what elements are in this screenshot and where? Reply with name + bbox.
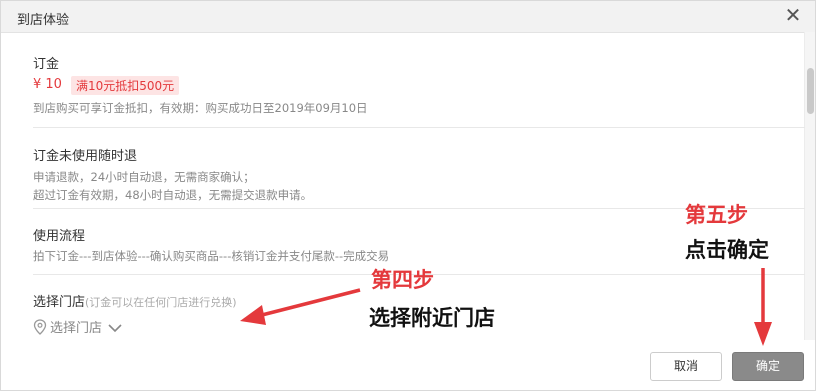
refund-section: 订金未使用随时退 申请退款，24小时自动退，无需商家确认； 超过订金有效期，48… <box>33 145 805 205</box>
store-experience-dialog: 到店体验 ✕ 订金 ¥ 10 满10元抵扣500元 到店购买可享订金抵扣，有效期… <box>0 0 816 391</box>
dialog-title: 到店体验 <box>17 13 70 28</box>
dialog-titlebar: 到店体验 ✕ <box>1 1 815 33</box>
deposit-heading: 订金 <box>33 57 60 72</box>
deposit-note: 到店购买可享订金抵扣，有效期：购买成功日至2019年09月10日 <box>33 101 368 115</box>
close-icon[interactable]: ✕ <box>783 4 803 26</box>
annotation-step5-title: 第五步 <box>685 203 748 227</box>
store-heading: 选择门店 <box>33 295 86 310</box>
scrollbar-thumb[interactable] <box>807 68 814 114</box>
chevron-down-icon <box>108 322 122 332</box>
deposit-price: ¥ 10 <box>33 77 62 92</box>
location-pin-icon <box>33 318 47 335</box>
annotation-step4-title: 第四步 <box>371 268 434 292</box>
annotation-step5-text: 点击确定 <box>685 238 769 262</box>
refund-line-1: 申请退款，24小时自动退，无需商家确认； <box>33 170 255 184</box>
store-select[interactable]: 选择门店 <box>33 317 122 336</box>
store-select-label: 选择门店 <box>50 321 103 336</box>
deposit-section: 订金 ¥ 10 满10元抵扣500元 到店购买可享订金抵扣，有效期：购买成功日至… <box>33 53 805 128</box>
refund-heading: 订金未使用随时退 <box>33 149 138 164</box>
annotation-step4-text: 选择附近门店 <box>369 306 495 330</box>
cancel-button[interactable]: 取消 <box>650 352 722 381</box>
dialog-footer: 取消 确定 <box>1 340 815 390</box>
store-hint: (订金可以在任何门店进行兑换) <box>85 296 237 309</box>
deposit-offer-tag: 满10元抵扣500元 <box>71 76 180 95</box>
confirm-button[interactable]: 确定 <box>732 352 804 381</box>
divider <box>33 127 805 128</box>
